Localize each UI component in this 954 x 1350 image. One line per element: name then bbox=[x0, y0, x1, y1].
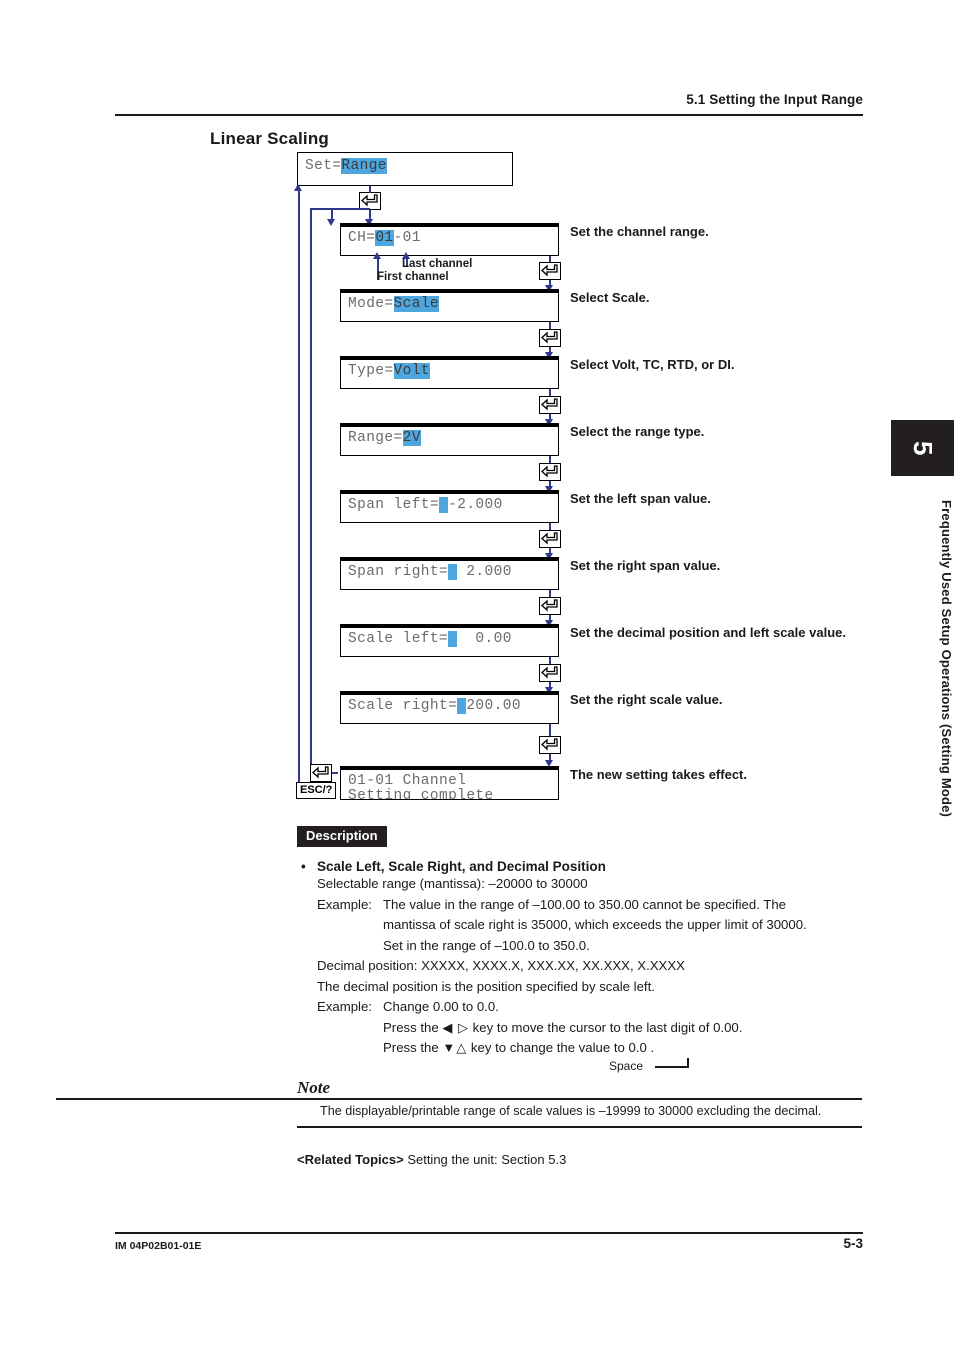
document-page: 5.1 Setting the Input Range Linear Scali… bbox=[0, 0, 954, 1350]
connector bbox=[331, 208, 370, 210]
label-last-channel: Last channel bbox=[402, 258, 473, 270]
connector bbox=[310, 208, 332, 210]
lcd-line: Span left=_-2.000 bbox=[348, 497, 503, 513]
related-topics: <Related Topics> Setting the unit: Secti… bbox=[297, 1152, 566, 1167]
lcd-line: Range=2V bbox=[348, 430, 421, 446]
enter-key-icon-8 bbox=[539, 664, 561, 682]
footer-page-number: 5-3 bbox=[843, 1236, 863, 1251]
arrow-up bbox=[373, 252, 381, 259]
connector bbox=[549, 590, 551, 597]
example-1-row: Example: The value in the range of –100.… bbox=[297, 895, 862, 916]
return-line-inner bbox=[310, 208, 312, 773]
example-1-line1: The value in the range of –100.00 to 350… bbox=[383, 896, 787, 912]
related-topics-label: <Related Topics> bbox=[297, 1152, 404, 1167]
lcd-line: CH=01-01 bbox=[348, 230, 421, 246]
caption-span-left: Set the left span value. bbox=[570, 491, 711, 506]
example-2-row: Example: Change 0.00 to 0.0. bbox=[297, 997, 862, 1018]
press-text-a: Press the bbox=[383, 1040, 443, 1055]
lcd-line: Type=Volt bbox=[348, 363, 430, 379]
caption-mode: Select Scale. bbox=[570, 290, 650, 305]
connector bbox=[549, 724, 551, 736]
space-annotation-line bbox=[655, 1066, 689, 1068]
enter-key-icon-10 bbox=[310, 764, 332, 782]
lcd-box-range: Range=2V bbox=[340, 423, 559, 456]
left-right-arrow-keys-icon: ◀ ▷ bbox=[442, 1019, 469, 1035]
connector bbox=[549, 456, 551, 463]
caption-range: Select the range type. bbox=[570, 424, 705, 439]
lcd-box-span-right: Span right=_ 2.000 bbox=[340, 557, 559, 590]
lcd-line: Set=Range bbox=[305, 158, 387, 174]
flow-diagram: Set=Range CH=01-01 Set the channel range… bbox=[0, 0, 954, 820]
chapter-title-vertical: Frequently Used Setup Operations (Settin… bbox=[939, 500, 954, 818]
up-down-arrow-keys-icon: ▼△ bbox=[442, 1040, 468, 1055]
space-annotation-label: Space bbox=[609, 1059, 644, 1073]
chapter-number: 5 bbox=[908, 440, 938, 456]
connector bbox=[549, 322, 551, 329]
description-tag: Description bbox=[297, 826, 387, 847]
connector bbox=[549, 657, 551, 664]
enter-key-icon-6 bbox=[539, 530, 561, 548]
lcd-line: Mode=Scale bbox=[348, 296, 440, 312]
example-2-line1: Change 0.00 to 0.0. bbox=[383, 999, 499, 1014]
connector bbox=[549, 389, 551, 396]
press-text-a: Press the bbox=[383, 1019, 443, 1035]
lcd-line: 01-01 Channel bbox=[348, 773, 467, 789]
lcd-line: Span right=_ 2.000 bbox=[348, 564, 512, 580]
footer-rule bbox=[115, 1232, 863, 1234]
bullet-dot: • bbox=[301, 859, 306, 874]
note-title: Note bbox=[297, 1078, 331, 1097]
enter-key-icon-4 bbox=[539, 396, 561, 414]
lcd-box-mode: Mode=Scale bbox=[340, 289, 559, 322]
lcd-box-scale-left: Scale left=_ 0.00 bbox=[340, 624, 559, 657]
arrow-down bbox=[327, 219, 335, 226]
lcd-box-span-left: Span left=_-2.000 bbox=[340, 490, 559, 523]
example-2-line3: Press the ▼△ key to change the value to … bbox=[297, 1038, 862, 1059]
esc-key-button[interactable]: ESC/? bbox=[296, 782, 337, 799]
press-text-b: key to move the cursor to the last digit… bbox=[468, 1019, 743, 1035]
note-body-text: The displayable/printable range of scale… bbox=[320, 1104, 822, 1118]
description-section: Description • Scale Left, Scale Right, a… bbox=[297, 826, 862, 1059]
lcd-line: Setting complete bbox=[348, 788, 494, 800]
example-1-line3: Set in the range of –100.0 to 350.0. bbox=[383, 937, 590, 953]
caption-type: Select Volt, TC, RTD, or DI. bbox=[570, 357, 735, 372]
caption-span-right: Set the right span value. bbox=[570, 558, 721, 573]
connector bbox=[549, 523, 551, 530]
lcd-box-complete: 01-01 Channel Setting complete bbox=[340, 766, 559, 800]
selectable-range-text: Selectable range (mantissa): –20000 to 3… bbox=[317, 876, 588, 891]
enter-key-icon-7 bbox=[539, 597, 561, 615]
press-text-b: key to change the value to 0.0 . bbox=[467, 1040, 655, 1055]
note-rule-top bbox=[56, 1098, 862, 1101]
caption-scale-right: Set the right scale value. bbox=[570, 692, 723, 707]
enter-key-icon-3 bbox=[539, 329, 561, 347]
lcd-box-type: Type=Volt bbox=[340, 356, 559, 389]
caption-scale-left: Set the decimal position and left scale … bbox=[570, 625, 846, 640]
space-annotation-tick bbox=[687, 1058, 689, 1067]
lcd-line: Scale right=_200.00 bbox=[348, 698, 521, 714]
arrow-up bbox=[294, 184, 302, 191]
example-2-line2: Press the ◀ ▷ key to move the cursor to … bbox=[297, 1018, 862, 1039]
lcd-line: Scale left=_ 0.00 bbox=[348, 631, 512, 647]
description-bullet-title: • Scale Left, Scale Right, and Decimal P… bbox=[297, 859, 862, 874]
example-2-label: Example: bbox=[317, 999, 372, 1014]
bullet-title-text: Scale Left, Scale Right, and Decimal Pos… bbox=[317, 859, 606, 874]
decimal-position-text: Decimal position: XXXXX, XXXX.X, XXX.XX,… bbox=[317, 958, 685, 973]
note-rule-bottom bbox=[297, 1126, 862, 1129]
example-1-line2: mantissa of scale right is 35000, which … bbox=[383, 917, 807, 932]
caption-complete: The new setting takes effect. bbox=[570, 767, 747, 782]
lcd-box-set-range: Set=Range bbox=[297, 152, 513, 186]
decimal-note-text: The decimal position is the position spe… bbox=[317, 978, 655, 994]
enter-key-icon-9 bbox=[539, 736, 561, 754]
return-line-outer bbox=[298, 190, 300, 790]
example-1-label: Example: bbox=[317, 896, 372, 912]
related-topics-text: Setting the unit: Section 5.3 bbox=[407, 1152, 567, 1167]
caption-channel: Set the channel range. bbox=[570, 224, 709, 239]
footer-document-id: IM 04P02B01-01E bbox=[115, 1240, 202, 1252]
lcd-box-scale-right: Scale right=_200.00 bbox=[340, 691, 559, 724]
enter-key-icon-2 bbox=[539, 262, 561, 280]
connector bbox=[369, 186, 371, 193]
label-first-channel: First channel bbox=[377, 271, 449, 283]
enter-key-icon-5 bbox=[539, 463, 561, 481]
